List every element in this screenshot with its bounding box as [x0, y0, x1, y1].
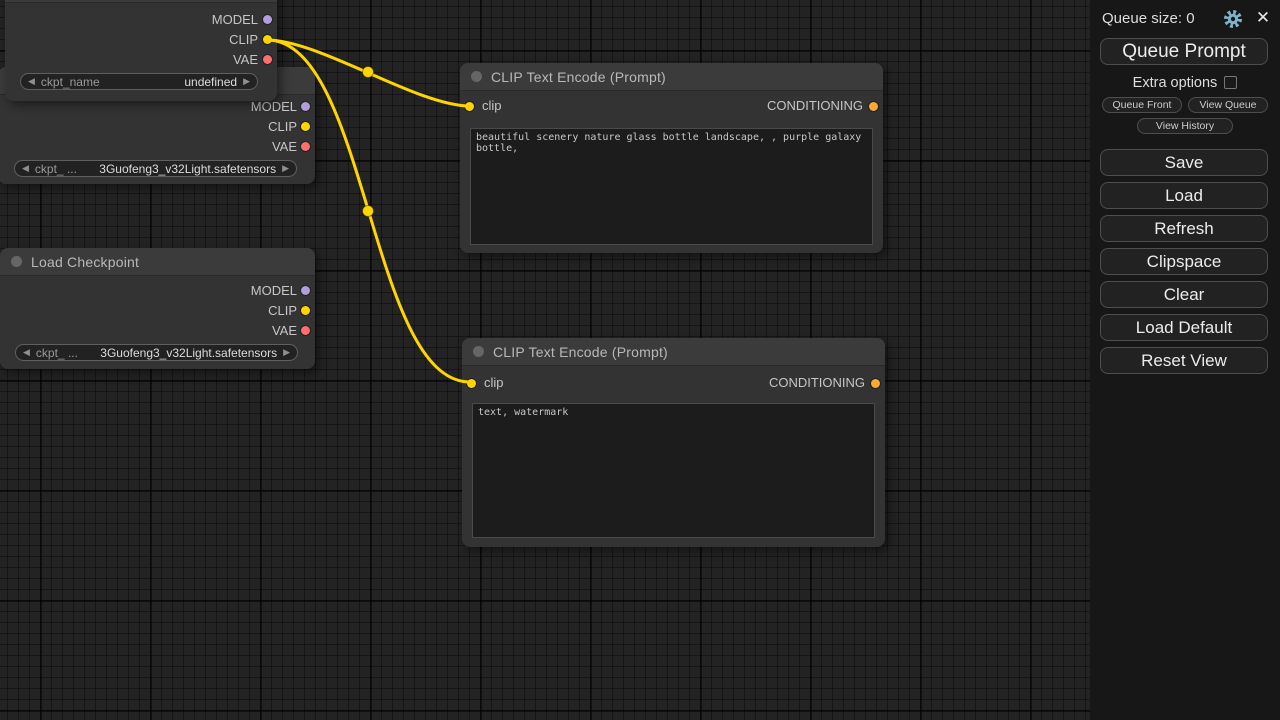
widget-value: 3Guofeng3_v32Light.safetensors	[99, 162, 276, 176]
queue-prompt-button[interactable]: Queue Prompt	[1100, 38, 1268, 65]
view-queue-button[interactable]: View Queue	[1188, 97, 1268, 113]
clip-input-label: clip	[482, 99, 502, 113]
node-load-checkpoint[interactable]: Load Checkpoint MODEL CLIP VAE ◀ ckpt_ .…	[0, 248, 315, 369]
node-clip-text-encode-positive[interactable]: CLIP Text Encode (Prompt) clip CONDITION…	[460, 63, 883, 253]
clip-output-label: CLIP	[229, 33, 258, 47]
vae-output-label: VAE	[272, 324, 297, 338]
clipspace-button[interactable]: Clipspace	[1100, 248, 1268, 275]
node-status-dot	[471, 71, 482, 82]
node-title: CLIP Text Encode (Prompt)	[491, 69, 666, 85]
save-button[interactable]: Save	[1100, 149, 1268, 176]
clip-output-label: CLIP	[268, 304, 297, 318]
widget-label: ckpt_ ...	[35, 162, 77, 176]
node-checkpoint-partial-top[interactable]: MODEL CLIP VAE ◀ ckpt_name undefined ▶	[5, 0, 277, 101]
refresh-button[interactable]: Refresh	[1100, 215, 1268, 242]
settings-button[interactable]	[1223, 9, 1243, 29]
model-output-label: MODEL	[251, 100, 297, 114]
clip-output-dot[interactable]	[263, 35, 272, 44]
ckpt-name-widget[interactable]: ◀ ckpt_ ... 3Guofeng3_v32Light.safetenso…	[14, 160, 297, 177]
clip-input-dot[interactable]	[465, 102, 474, 111]
conditioning-output-label: CONDITIONING	[769, 376, 865, 390]
widget-label: ckpt_name	[41, 75, 100, 89]
positive-prompt-textarea[interactable]: beautiful scenery nature glass bottle la…	[470, 128, 873, 245]
arrow-right-icon[interactable]: ▶	[283, 345, 290, 360]
extra-options-label: Extra options	[1133, 75, 1218, 91]
conditioning-output-dot[interactable]	[871, 379, 880, 388]
arrow-left-icon[interactable]: ◀	[22, 161, 29, 176]
clip-output-dot[interactable]	[301, 122, 310, 131]
clip-output-label: CLIP	[268, 120, 297, 134]
gear-icon	[1223, 9, 1243, 29]
node-title-bar[interactable]: CLIP Text Encode (Prompt)	[462, 338, 885, 366]
widget-value: 3Guofeng3_v32Light.safetensors	[100, 346, 277, 360]
node-title-bar[interactable]: Load Checkpoint	[0, 248, 315, 276]
model-output-dot[interactable]	[301, 102, 310, 111]
extra-options-checkbox[interactable]	[1224, 76, 1237, 89]
comfy-menu-panel: Queue size: 0 ✕ Queue Prompt Extra optio…	[1090, 0, 1280, 720]
close-icon[interactable]: ✕	[1252, 7, 1274, 29]
queue-size-label: Queue size: 0	[1102, 10, 1195, 27]
load-default-button[interactable]: Load Default	[1100, 314, 1268, 341]
model-output-dot[interactable]	[263, 15, 272, 24]
conditioning-output-dot[interactable]	[869, 102, 878, 111]
node-clip-text-encode-negative[interactable]: CLIP Text Encode (Prompt) clip CONDITION…	[462, 338, 885, 547]
vae-output-dot[interactable]	[263, 55, 272, 64]
clip-input-label: clip	[484, 376, 504, 390]
conditioning-output-label: CONDITIONING	[767, 99, 863, 113]
clip-output-dot[interactable]	[301, 306, 310, 315]
clear-button[interactable]: Clear	[1100, 281, 1268, 308]
arrow-left-icon[interactable]: ◀	[23, 345, 30, 360]
node-title-bar[interactable]	[5, 0, 277, 3]
model-output-label: MODEL	[251, 284, 297, 298]
queue-front-button[interactable]: Queue Front	[1102, 97, 1182, 113]
vae-output-dot[interactable]	[301, 326, 310, 335]
node-title: Load Checkpoint	[31, 254, 139, 270]
model-output-dot[interactable]	[301, 286, 310, 295]
widget-value: undefined	[184, 75, 237, 89]
model-output-label: MODEL	[212, 13, 258, 27]
view-history-button[interactable]: View History	[1137, 118, 1233, 134]
arrow-left-icon[interactable]: ◀	[28, 74, 35, 89]
node-title: CLIP Text Encode (Prompt)	[493, 344, 668, 360]
vae-output-label: VAE	[233, 53, 258, 67]
widget-label: ckpt_ ...	[36, 346, 78, 360]
node-status-dot	[473, 346, 484, 357]
vae-output-dot[interactable]	[301, 142, 310, 151]
node-title-bar[interactable]: CLIP Text Encode (Prompt)	[460, 63, 883, 91]
ckpt-name-widget[interactable]: ◀ ckpt_ ... 3Guofeng3_v32Light.safetenso…	[15, 344, 298, 361]
negative-prompt-textarea[interactable]: text, watermark	[472, 403, 875, 538]
arrow-right-icon[interactable]: ▶	[243, 74, 250, 89]
reset-view-button[interactable]: Reset View	[1100, 347, 1268, 374]
arrow-right-icon[interactable]: ▶	[282, 161, 289, 176]
vae-output-label: VAE	[272, 140, 297, 154]
clip-input-dot[interactable]	[467, 379, 476, 388]
load-button[interactable]: Load	[1100, 182, 1268, 209]
ckpt-name-widget[interactable]: ◀ ckpt_name undefined ▶	[20, 73, 258, 90]
node-status-dot	[11, 256, 22, 267]
